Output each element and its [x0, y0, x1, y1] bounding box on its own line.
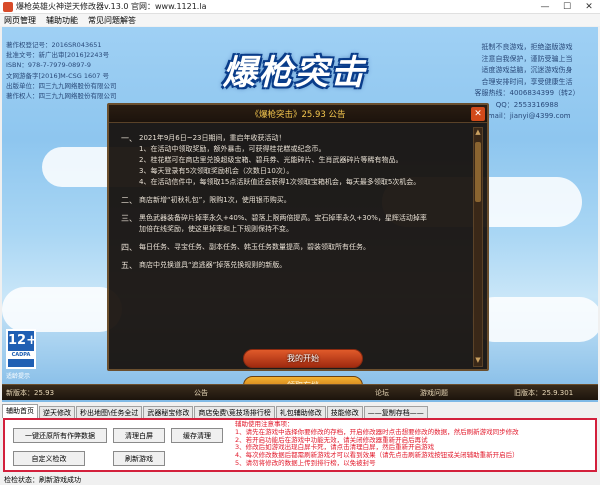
notice-text: 每日任务、寻宝任务、副本任务、韩玉任务数量提高，碧装领取所有任务。 [139, 243, 370, 251]
scroll-thumb[interactable] [475, 142, 481, 202]
section-number: 四、 [121, 243, 137, 252]
game-logo: 爆枪突击 [222, 52, 367, 93]
notice-section: 三、 黑色武器装备碎片掉率永久+40%、碧落上限两倍提高。宝石掉率永久+30%，… [121, 213, 455, 235]
age-rating-badge: 12+ CADPA [6, 329, 37, 369]
info-line: 著作权登记号：2016SR043651 [6, 41, 102, 49]
new-version-label: 新版本：25.93 [6, 388, 55, 397]
info-line: ISBN：978-7-7979-0897-9 [6, 61, 92, 70]
scroll-up-icon[interactable]: ▲ [474, 128, 482, 138]
notice-text: 商店中兑换道具“追逃器”掉落兑换规则的新版。 [139, 261, 287, 269]
note-line: 5、请勿将修改的数据上传到排行榜，以免被封号 [235, 458, 376, 467]
nav-forum[interactable]: 论坛 [375, 388, 389, 398]
menu-assist-functions[interactable]: 辅助功能 [46, 15, 78, 26]
tab-skill-edit[interactable]: 技能修改 [326, 406, 363, 418]
minimize-button[interactable]: — [534, 0, 556, 14]
window-title: 爆枪英雄火神逆天修改器v.13.0 官网：www.1121.la [16, 2, 207, 11]
cloud-decoration [2, 287, 122, 332]
menu-bar: 网页管理 辅助功能 常见问题解答 [0, 14, 600, 26]
home-panel: 一键还原所有作弊数据 清理白屏 缓存清理 自定义检改 刷新游戏 辅助使用注意事项… [3, 418, 597, 472]
notice-text: 商店新增“初秋礼包”，限购1次，使用银币购买。 [139, 196, 291, 204]
tab-weapon-edit[interactable]: 武器秘宝修改 [143, 406, 194, 418]
section-number: 一、 [121, 134, 137, 143]
cache-clean-button[interactable]: 缓存清理 [171, 428, 223, 443]
dialog-scrollbar[interactable]: ▲ ▼ [473, 127, 483, 367]
notice-text: 2021年9月6日~23日期间，重启年收获活动！ [139, 134, 286, 142]
title-bar: 爆枪英雄火神逆天修改器v.13.0 官网：www.1121.la — ☐ ✕ [0, 0, 600, 14]
notice-line: 客服热线：4006834399（转2） [474, 89, 580, 97]
clear-whitescreen-button[interactable]: 清理白屏 [113, 428, 165, 443]
scroll-down-icon[interactable]: ▼ [474, 356, 482, 366]
refresh-game-button[interactable]: 刷新游戏 [113, 451, 165, 466]
nav-game-questions[interactable]: 游戏问题 [420, 388, 448, 398]
dialog-header: 《爆枪突击》25.93 公告 ✕ [109, 105, 487, 123]
section-number: 五、 [121, 261, 137, 270]
notice-text: 4、在活动信件中，每领取15点活跃值还会获得1次领取宝箱机会，每天最多领取5次机… [139, 178, 421, 186]
maximize-button[interactable]: ☐ [556, 0, 578, 14]
game-bottom-nav: 新版本：25.93 公告 论坛 游戏问题 旧版本：25.9.301 [2, 384, 598, 400]
close-button[interactable]: ✕ [578, 0, 600, 14]
app-icon [3, 1, 13, 12]
notice-line: 抵制不良游戏，拒绝盗版游戏 [481, 43, 573, 51]
publication-info: 著作权登记号：2016SR043651 批准文号：新广出审[2016]2243号… [6, 40, 166, 101]
tab-instant-map[interactable]: 秒出地图\任务全过 [76, 406, 143, 418]
info-line: 批准文号：新广出审[2016]2243号 [6, 51, 110, 60]
notice-section: 一、 2021年9月6日~23日期间，重启年收获活动！ 1、在活动中领取奖励，额… [121, 133, 455, 188]
notice-text: 黑色武器装备碎片掉率永久+40%、碧落上限两倍提高。宝石掉率永久+30%，星辉活… [139, 214, 427, 222]
age-rating-caption: 适龄提示 [6, 373, 31, 380]
dialog-title: 《爆枪突击》25.93 公告 [250, 109, 346, 120]
notice-text: 3、每天登录有5次领取奖励机会（次数日10次）。 [139, 167, 294, 175]
start-game-button[interactable]: 我的开始 [243, 349, 363, 368]
notice-text: 2、桂花糕可在商店里兑换超级宝箱、碧兵券、光能碎片、生肖武器碎片等稀有物品。 [139, 156, 403, 164]
tab-gift-edit[interactable]: 礼包辅助修改 [275, 406, 326, 418]
announcement-dialog: 《爆枪突击》25.93 公告 ✕ 一、 2021年9月6日~23日期间，重启年收… [107, 103, 489, 371]
dialog-body: 一、 2021年9月6日~23日期间，重启年收获活动！ 1、在活动中领取奖励，额… [115, 129, 461, 365]
app-window: 爆枪英雄火神逆天修改器v.13.0 官网：www.1121.la — ☐ ✕ 网… [0, 0, 600, 485]
game-viewport[interactable]: 爆枪突击 著作权登记号：2016SR043651 批准文号：新广出审[2016]… [2, 27, 598, 402]
old-version-label: 旧版本：25.9.301 [514, 388, 574, 397]
tab-god-mode[interactable]: 逆天修改 [39, 406, 75, 418]
custom-edit-button[interactable]: 自定义检改 [13, 451, 85, 466]
notice-text: 加倍在线奖励，使这里掉率和上下规则保持不变。 [139, 225, 293, 233]
tab-home[interactable]: 辅助首页 [2, 404, 38, 418]
nav-announcement[interactable]: 公告 [194, 388, 208, 398]
notice-line: 注意自我保护，谨防受骗上当 [481, 54, 573, 63]
menu-web-manage[interactable]: 网页管理 [4, 15, 36, 26]
info-line: 著作权人：四三九九网络股份有限公司 [6, 92, 117, 101]
info-line: 文网游备字[2016]M-CSG 1607 号 [6, 71, 109, 80]
section-number: 三、 [121, 214, 137, 223]
usage-notes: 辅助使用注意事项： 1、请先在游戏中选择你要修改的存档，开启修改器时点击想要修改… [235, 420, 595, 468]
notice-section: 四、 每日任务、寻宝任务、副本任务、韩玉任务数量提高，碧装领取所有任务。 [121, 242, 455, 253]
age-rating-label: CADPA [8, 351, 34, 359]
cloud-decoration [472, 297, 598, 342]
tab-copy-save[interactable]: ——复制存档—— [363, 406, 428, 418]
age-rating-number: 12+ [8, 333, 37, 348]
menu-faq[interactable]: 常见问题解答 [88, 15, 136, 26]
notice-section: 二、 商店新增“初秋礼包”，限购1次，使用银币购买。 [121, 195, 455, 206]
info-line: 出版单位：四三九九网络股份有限公司 [6, 81, 117, 90]
section-number: 二、 [121, 196, 137, 205]
close-icon[interactable]: ✕ [471, 107, 485, 121]
notice-text: 1、在活动中领取奖励，额外暴击，可获得桂花糕或纪念币。 [139, 145, 326, 153]
notice-section: 五、 商店中兑换道具“追逃器”掉落兑换规则的新版。 [121, 260, 455, 271]
status-bar: 检检状态：刷新游戏成功 [0, 475, 600, 485]
restore-all-button[interactable]: 一键还原所有作弊数据 [13, 428, 107, 443]
notice-line: 合理安排时间，享受健康生活 [481, 77, 573, 86]
tab-shop-arena[interactable]: 商店免费\竞技场排行榜 [194, 406, 275, 418]
function-tabs: 辅助首页 逆天修改 秒出地图\任务全过 武器秘宝修改 商店免费\竞技场排行榜 礼… [2, 404, 598, 418]
notice-line: 适度游戏益脑，沉迷游戏伤身 [481, 66, 573, 74]
